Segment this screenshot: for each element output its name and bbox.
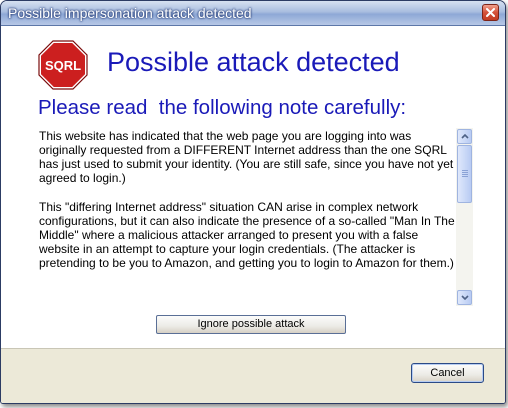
note-paragraph: This "differing Internet address" situat… bbox=[39, 200, 455, 270]
note-paragraph: This website has indicated that the web … bbox=[39, 129, 454, 185]
window-title: Possible impersonation attack detected bbox=[8, 5, 252, 21]
thumb-grip bbox=[462, 174, 468, 175]
scroll-down-button[interactable] bbox=[457, 290, 472, 305]
ignore-attack-button[interactable]: Ignore possible attack bbox=[156, 315, 346, 334]
dialog-content: SQRL Possible attack detected Please rea… bbox=[1, 26, 505, 348]
note-text-area[interactable]: This website has indicated that the web … bbox=[39, 129, 457, 307]
stop-sign-icon: SQRL bbox=[38, 40, 88, 90]
close-button[interactable] bbox=[482, 4, 499, 21]
cancel-button[interactable]: Cancel bbox=[411, 363, 484, 383]
thumb-grip bbox=[462, 172, 468, 173]
dialog-footer: Cancel bbox=[1, 348, 505, 403]
subheading: Please read the following note carefully… bbox=[38, 96, 407, 119]
scroll-up-button[interactable] bbox=[457, 129, 472, 144]
chevron-down-icon bbox=[461, 295, 469, 300]
title-bar[interactable]: Possible impersonation attack detected bbox=[1, 1, 505, 26]
note-scrollbar[interactable] bbox=[456, 128, 473, 306]
scroll-thumb[interactable] bbox=[457, 145, 472, 203]
close-icon bbox=[486, 8, 495, 17]
thumb-grip bbox=[462, 176, 468, 177]
stop-sign-label: SQRL bbox=[45, 58, 81, 73]
page-title: Possible attack detected bbox=[107, 47, 400, 77]
chevron-up-icon bbox=[461, 134, 469, 139]
dialog-window: Possible impersonation attack detected S… bbox=[0, 0, 506, 404]
thumb-grip bbox=[462, 170, 468, 171]
